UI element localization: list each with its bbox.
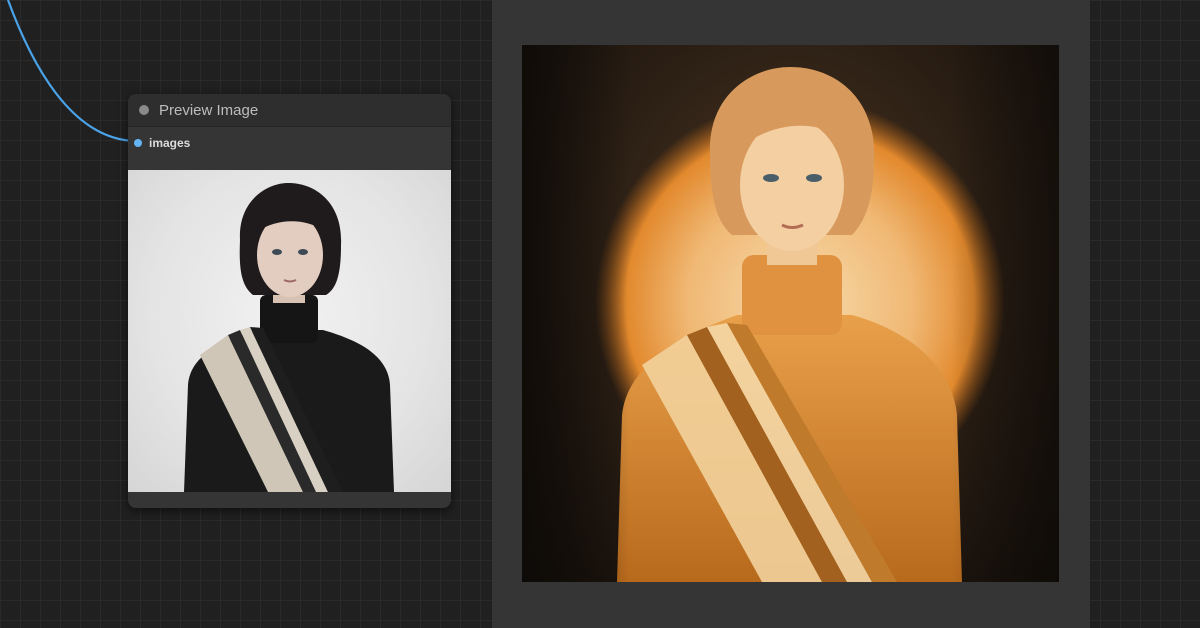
- input-slot-dot-icon[interactable]: [134, 139, 142, 147]
- preview-thumbnail[interactable]: [128, 170, 451, 492]
- node-header[interactable]: Preview Image: [128, 94, 451, 127]
- preview-image-node[interactable]: Preview Image images: [128, 94, 451, 508]
- image-viewer-panel: [492, 0, 1090, 628]
- generated-image[interactable]: [522, 45, 1059, 582]
- portrait-generated-image: [522, 45, 1059, 582]
- node-status-dot-icon[interactable]: [139, 105, 149, 115]
- portrait-thumbnail-image: [184, 182, 394, 492]
- input-slot-label: images: [149, 136, 191, 150]
- input-slot-images[interactable]: images: [128, 127, 451, 159]
- node-graph-canvas[interactable]: Preview Image images: [0, 0, 1200, 628]
- node-title: Preview Image: [159, 101, 259, 119]
